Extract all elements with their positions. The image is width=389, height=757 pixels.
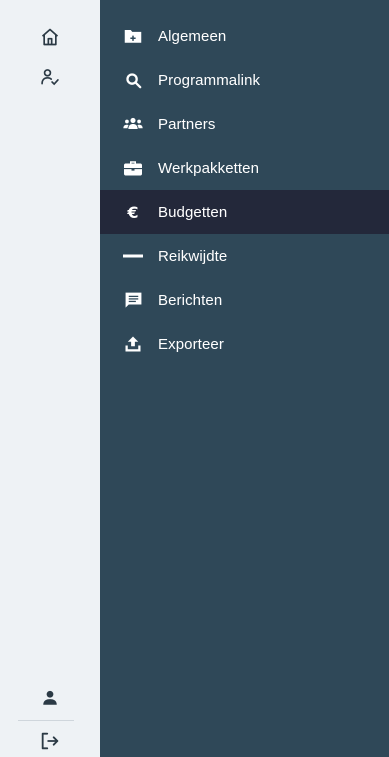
user-icon[interactable] [37,685,63,711]
icon-rail [0,0,100,757]
search-icon [122,69,144,91]
users-icon [122,113,144,135]
menu-item-partners[interactable]: Partners [100,102,389,146]
menu-item-programmalink[interactable]: Programmalink [100,58,389,102]
menu-item-algemeen[interactable]: Algemeen [100,14,389,58]
briefcase-icon [122,157,144,179]
logout-icon[interactable] [37,728,63,754]
rail-divider [18,720,74,721]
menu-item-reikwijdte[interactable]: Reikwijdte [100,234,389,278]
menu-item-werkpakketten[interactable]: Werkpakketten [100,146,389,190]
menu-item-label: Programmalink [158,71,261,89]
menu-item-label: Werkpakketten [158,159,260,177]
menu-item-berichten[interactable]: Berichten [100,278,389,322]
menu-item-label: Reikwijdte [158,247,228,265]
folder-plus-icon [122,25,144,47]
menu-item-label: Exporteer [158,335,224,353]
menu-item-label: Budgetten [158,203,228,221]
menu-item-label: Berichten [158,291,223,309]
user-check-icon[interactable] [37,64,63,90]
menu-item-label: Algemeen [158,27,227,45]
euro-icon: € [127,202,139,222]
message-icon [122,289,144,311]
upload-icon [122,333,144,355]
menu-item-budgetten[interactable]: € Budgetten [100,190,389,234]
home-icon[interactable] [37,24,63,50]
sidebar-menu: Algemeen Programmalink Partners Werkpakk… [100,0,389,757]
menu-item-exporteer[interactable]: Exporteer [100,322,389,366]
minus-icon [122,245,144,267]
menu-item-label: Partners [158,115,216,133]
app-shell: Algemeen Programmalink Partners Werkpakk… [0,0,389,757]
